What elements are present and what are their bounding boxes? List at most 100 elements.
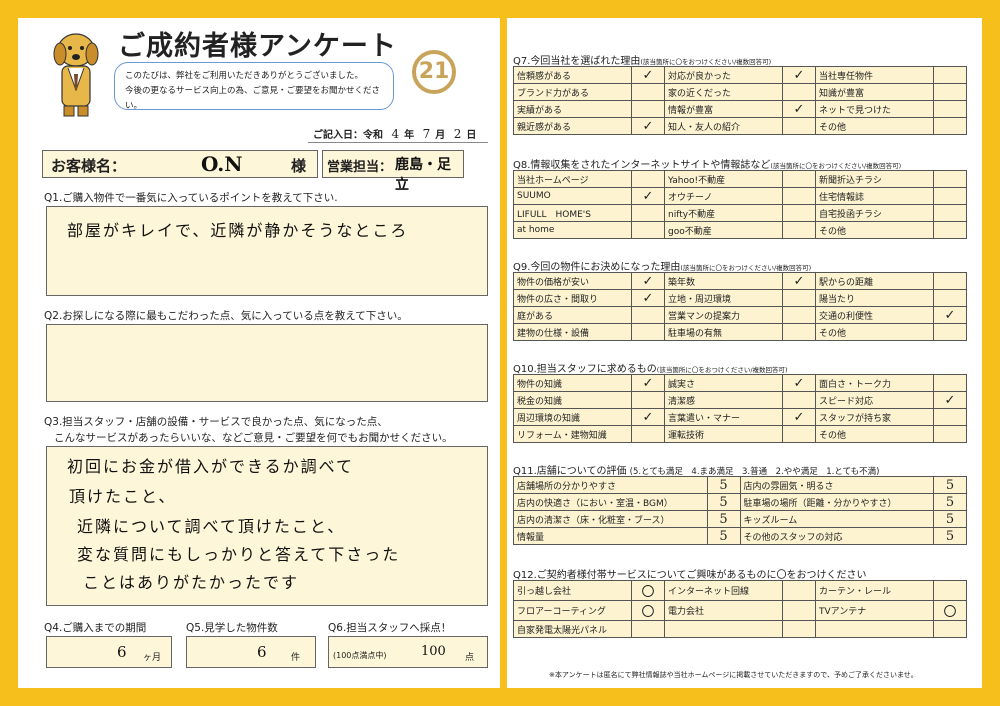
option-label-cell xyxy=(815,620,934,638)
answer-mark-cell[interactable]: ✓ xyxy=(933,306,967,324)
answer-mark-cell[interactable] xyxy=(631,83,665,101)
answer-mark-cell[interactable] xyxy=(933,289,967,307)
answer-mark-cell[interactable]: ✓ xyxy=(782,100,816,118)
answer-mark-cell[interactable] xyxy=(782,580,816,601)
answer-mark-cell[interactable] xyxy=(631,620,665,638)
q7-table: 信頼感がある ✓ 対応が良かった ✓ 当社専任物件 ブランド力がある 家の近くだった 知識が豊… xyxy=(513,66,967,135)
answer-mark-cell[interactable] xyxy=(933,170,967,188)
option-label-cell: 駐車場の場所（距離・分かりやすさ） xyxy=(739,493,934,511)
option-label-cell: nifty不動産 xyxy=(664,204,783,222)
answer-mark-cell[interactable] xyxy=(631,100,665,118)
survey-left-page: ご成約者様アンケート 21 このたびは、弊社をご利用いただきありがとうございまし… xyxy=(18,18,500,688)
answer-mark-cell[interactable] xyxy=(933,221,967,239)
answer-mark-cell[interactable] xyxy=(631,204,665,222)
answer-mark-cell[interactable]: 5 xyxy=(706,493,741,511)
date-year-unit: 年 xyxy=(404,130,415,141)
answer-mark-cell[interactable] xyxy=(782,425,816,443)
answer-mark-cell[interactable] xyxy=(933,425,967,443)
answer-mark-cell[interactable] xyxy=(782,83,816,101)
answer-mark-cell[interactable] xyxy=(631,170,665,188)
answer-mark-cell[interactable]: 5 xyxy=(933,476,967,494)
answer-mark-cell[interactable] xyxy=(631,221,665,239)
q10-table: 物件の知識 ✓ 誠実さ ✓ 面白さ・トーク力 税金の知識 清潔感 スピード対応 ✓ 周辺環境の知識… xyxy=(513,374,967,443)
answer-mark-cell[interactable] xyxy=(782,117,816,135)
sales-rep-field[interactable]: 営業担当： 鹿島・足立 xyxy=(322,150,464,193)
customer-name-field[interactable]: お客様名： O.N 様 xyxy=(42,150,318,178)
option-label-cell: 家の近くだった xyxy=(664,83,783,101)
option-label-cell: 住宅情報誌 xyxy=(815,187,934,205)
q9-title: Q9.今回の物件にお決めになった理由(該当箇所に〇をおつけください/複数回答可) xyxy=(513,258,811,273)
q5-answer-box[interactable]: 6 件 xyxy=(186,636,316,668)
answer-mark-cell[interactable] xyxy=(933,374,967,392)
answer-mark-cell[interactable]: 〇 xyxy=(631,600,665,621)
q4-answer-box[interactable]: 6 ヶ月 xyxy=(46,636,172,668)
answer-mark-cell[interactable]: 5 xyxy=(706,510,741,528)
answer-mark-cell[interactable] xyxy=(933,620,967,638)
answer-mark-cell[interactable]: 〇 xyxy=(631,580,665,601)
q1-answer-box[interactable]: 部屋がキレイで、近隣が静かそうなところ xyxy=(46,206,488,296)
answer-mark-cell[interactable]: 5 xyxy=(933,493,967,511)
option-label-cell: 店内の快適さ（におい・室温・BGM） xyxy=(513,493,708,511)
answer-mark-cell[interactable] xyxy=(782,170,816,188)
answer-mark-cell[interactable]: ✓ xyxy=(631,66,665,84)
table-row: 店舗場所の分かりやすさ 5 店内の雰囲気・明るさ 5 xyxy=(513,476,967,494)
answer-mark-cell[interactable]: ✓ xyxy=(782,272,816,290)
answer-mark-cell[interactable] xyxy=(782,221,816,239)
answer-mark-cell[interactable]: ✓ xyxy=(631,272,665,290)
answer-mark-cell[interactable] xyxy=(933,100,967,118)
answer-mark-cell[interactable]: ✓ xyxy=(631,408,665,426)
greeting-line: このたびは、弊社をご利用いただきありがとうございました。 xyxy=(125,71,364,81)
answer-mark-cell[interactable] xyxy=(933,323,967,341)
answer-mark-cell[interactable] xyxy=(933,117,967,135)
answer-mark-cell[interactable]: ✓ xyxy=(933,391,967,409)
q6-answer-box[interactable]: (100点満点中) 100 点 xyxy=(328,636,488,668)
answer-mark-cell[interactable] xyxy=(933,83,967,101)
answer-mark-cell[interactable] xyxy=(631,425,665,443)
answer-mark-cell[interactable] xyxy=(782,391,816,409)
answer-mark-cell[interactable] xyxy=(782,600,816,621)
q7-note: (該当箇所に〇をおつけください/複数回答可) xyxy=(640,58,772,66)
answer-mark-cell[interactable] xyxy=(782,306,816,324)
answer-mark-cell[interactable] xyxy=(782,620,816,638)
option-label-cell: SUUMO xyxy=(513,187,632,205)
answer-mark-cell[interactable] xyxy=(933,272,967,290)
answer-mark-cell[interactable]: 5 xyxy=(706,476,741,494)
answer-mark-cell[interactable]: ✓ xyxy=(782,408,816,426)
answer-mark-cell[interactable] xyxy=(933,66,967,84)
answer-mark-cell[interactable]: ✓ xyxy=(631,187,665,205)
answer-mark-cell[interactable]: 5 xyxy=(933,510,967,528)
option-label-cell: 営業マンの提案力 xyxy=(664,306,783,324)
answer-mark-cell[interactable] xyxy=(933,580,967,601)
q6-note: (100点満点中) xyxy=(333,651,387,660)
answer-mark-cell[interactable]: 5 xyxy=(706,527,741,545)
q1-answer: 部屋がキレイで、近隣が静かそうなところ xyxy=(67,221,409,240)
answer-mark-cell[interactable] xyxy=(933,408,967,426)
answer-mark-cell[interactable] xyxy=(933,187,967,205)
answer-mark-cell[interactable] xyxy=(933,204,967,222)
answer-mark-cell[interactable]: ✓ xyxy=(631,374,665,392)
option-label-cell: リフォーム・建物知識 xyxy=(513,425,632,443)
answer-mark-cell[interactable] xyxy=(782,323,816,341)
option-label-cell: 立地・周辺環境 xyxy=(664,289,783,307)
answer-mark-cell[interactable]: ✓ xyxy=(631,117,665,135)
option-label-cell: 面白さ・トーク力 xyxy=(815,374,934,392)
answer-mark-cell[interactable] xyxy=(782,289,816,307)
q4-unit: ヶ月 xyxy=(143,653,162,663)
option-label-cell: 交通の利便性 xyxy=(815,306,934,324)
answer-mark-cell[interactable] xyxy=(631,323,665,341)
q3-answer-box[interactable]: 初回にお金が借入ができるか調べて 頂けたこと、 近隣について調べて頂けたこと、 … xyxy=(46,446,488,606)
answer-mark-cell[interactable] xyxy=(631,391,665,409)
answer-mark-cell[interactable]: ✓ xyxy=(631,289,665,307)
answer-mark-cell[interactable] xyxy=(782,204,816,222)
answer-mark-cell[interactable]: 5 xyxy=(933,527,967,545)
option-label-cell: その他のスタッフの対応 xyxy=(739,527,934,545)
answer-mark-cell[interactable] xyxy=(782,187,816,205)
survey-title: ご成約者様アンケート xyxy=(118,31,397,62)
q2-answer-box[interactable] xyxy=(46,324,488,402)
answer-mark-cell[interactable] xyxy=(631,306,665,324)
answer-mark-cell[interactable]: ✓ xyxy=(782,66,816,84)
option-label-cell: 駅からの距離 xyxy=(815,272,934,290)
answer-mark-cell[interactable]: 〇 xyxy=(933,600,967,621)
option-label-cell: TVアンテナ xyxy=(815,600,934,621)
answer-mark-cell[interactable]: ✓ xyxy=(782,374,816,392)
